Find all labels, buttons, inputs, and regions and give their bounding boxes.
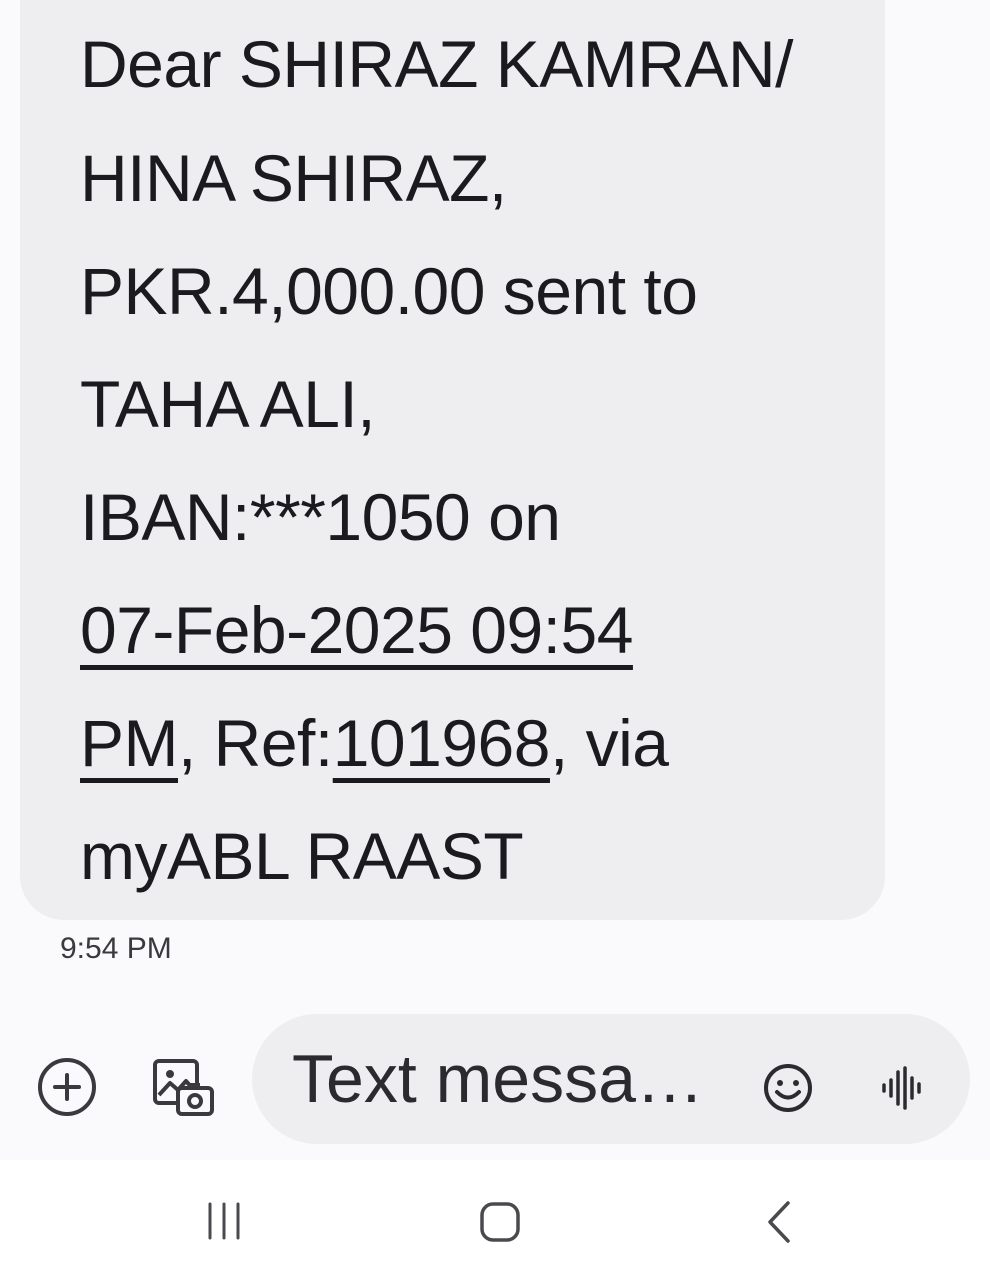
gallery-button[interactable]: [150, 1055, 216, 1121]
message-line: PM, Ref:101968, via: [80, 703, 669, 783]
back-button[interactable]: [756, 1200, 804, 1244]
message-timestamp: 9:54 PM: [60, 932, 172, 965]
back-icon: [768, 1201, 790, 1243]
message-bubble[interactable]: Dear SHIRAZ KAMRAN/ HINA SHIRAZ, PKR.4,0…: [20, 0, 885, 920]
home-icon: [480, 1202, 520, 1242]
recent-apps-icon: [208, 1202, 240, 1240]
message-link[interactable]: 07-Feb-2025 09:54: [80, 593, 633, 667]
message-text: myABL RAAST: [80, 819, 524, 893]
add-circle-icon: [53, 1073, 81, 1101]
emoji-button[interactable]: [762, 1062, 814, 1114]
message-text: , Ref:: [178, 706, 333, 780]
emoji-smile-icon: [764, 1064, 812, 1112]
home-button[interactable]: [476, 1200, 524, 1244]
message-text: Dear SHIRAZ KAMRAN/: [80, 27, 793, 101]
message-line: myABL RAAST: [80, 816, 524, 896]
message-line: Dear SHIRAZ KAMRAN/: [80, 24, 793, 104]
message-text: TAHA ALI,: [80, 367, 376, 441]
message-line: TAHA ALI,: [80, 364, 376, 444]
compose-placeholder[interactable]: Text messa…: [292, 1036, 704, 1122]
voice-button[interactable]: [880, 1066, 924, 1110]
compose-field[interactable]: Text messa…: [252, 1014, 970, 1144]
message-line: PKR.4,000.00 sent to: [80, 251, 698, 331]
navigation-bar: [0, 1160, 990, 1280]
message-text: , via: [549, 706, 669, 780]
message-link[interactable]: PM: [80, 706, 179, 780]
message-text: HINA SHIRAZ,: [80, 141, 507, 215]
message-line: 07-Feb-2025 09:54: [80, 590, 633, 670]
gallery-camera-icon: [153, 1059, 214, 1116]
message-text: IBAN:***1050 on: [80, 480, 561, 554]
add-button[interactable]: [38, 1058, 96, 1116]
message-line: IBAN:***1050 on: [80, 477, 561, 557]
message-line: HINA SHIRAZ,: [80, 138, 507, 218]
message-text: PKR.4,000.00 sent to: [80, 254, 698, 328]
recent-apps-button[interactable]: [200, 1200, 248, 1244]
message-link[interactable]: 101968: [333, 706, 551, 780]
voice-waveform-icon: [882, 1066, 921, 1110]
